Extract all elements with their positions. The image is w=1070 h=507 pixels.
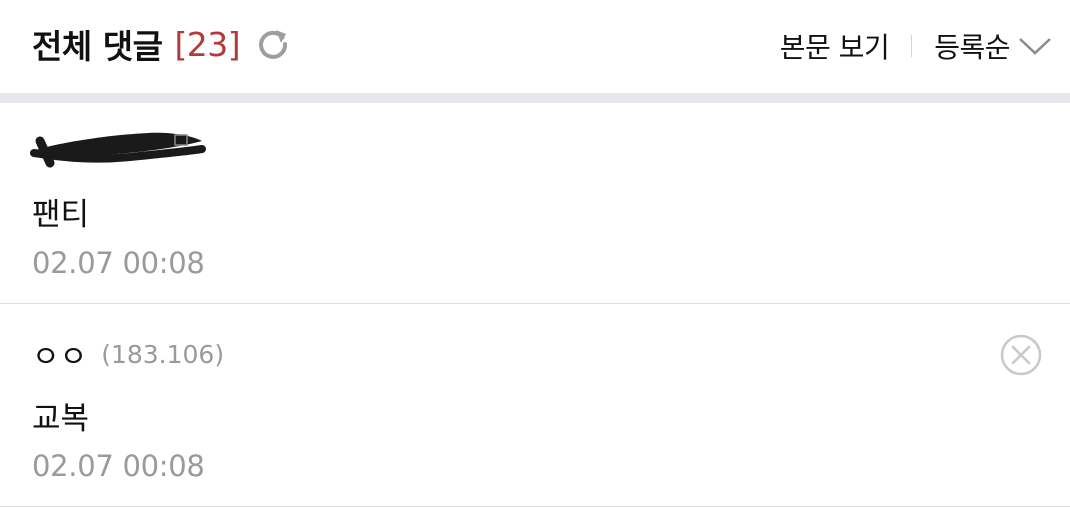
comment-item: 팬티 02.07 00:08 bbox=[0, 103, 1070, 303]
sort-order-select[interactable]: 등록순 bbox=[934, 26, 1052, 66]
comment-author-line: ㅇㅇ (183.106) bbox=[32, 332, 225, 376]
comment-author[interactable]: ㅇㅇ bbox=[32, 332, 87, 376]
comment-date: 02.07 00:08 bbox=[32, 449, 205, 483]
sort-order-label: 등록순 bbox=[934, 31, 1010, 64]
close-circle-icon[interactable] bbox=[999, 333, 1043, 377]
header-separator-bar bbox=[0, 93, 1070, 103]
header-actions: 본문 보기 등록순 bbox=[780, 24, 1052, 68]
comment-text: 교복 bbox=[32, 401, 90, 437]
view-body-link[interactable]: 본문 보기 bbox=[780, 26, 890, 66]
refresh-icon[interactable] bbox=[254, 25, 292, 63]
redacted-author-scribble bbox=[30, 132, 206, 168]
comment-item: ㅇㅇ (183.106) 교복 02.07 00:08 bbox=[0, 304, 1070, 506]
comment-count: [23] bbox=[174, 24, 241, 64]
chevron-down-icon bbox=[1018, 35, 1052, 57]
comment-header: 전체 댓글 [23] 본문 보기 등록순 bbox=[0, 0, 1070, 93]
comment-author-ip: (183.106) bbox=[101, 339, 225, 369]
header-divider bbox=[911, 35, 913, 57]
header-title-group: 전체 댓글 [23] bbox=[32, 22, 292, 66]
comment-date: 02.07 00:08 bbox=[32, 246, 205, 280]
comment-text: 팬티 bbox=[32, 197, 90, 233]
comment-section-title: 전체 댓글 bbox=[32, 27, 163, 66]
